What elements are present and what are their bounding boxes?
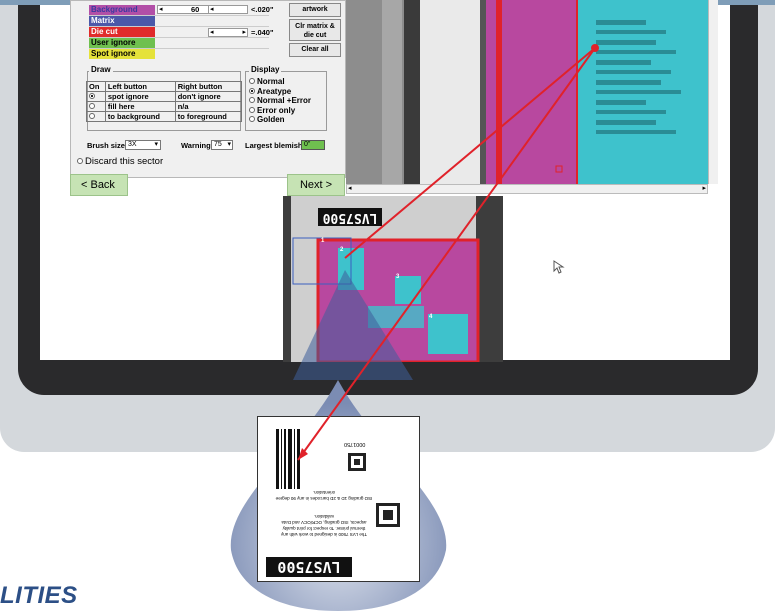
footer-heading: LITIES [0,582,78,609]
pointer-lines [297,44,599,461]
